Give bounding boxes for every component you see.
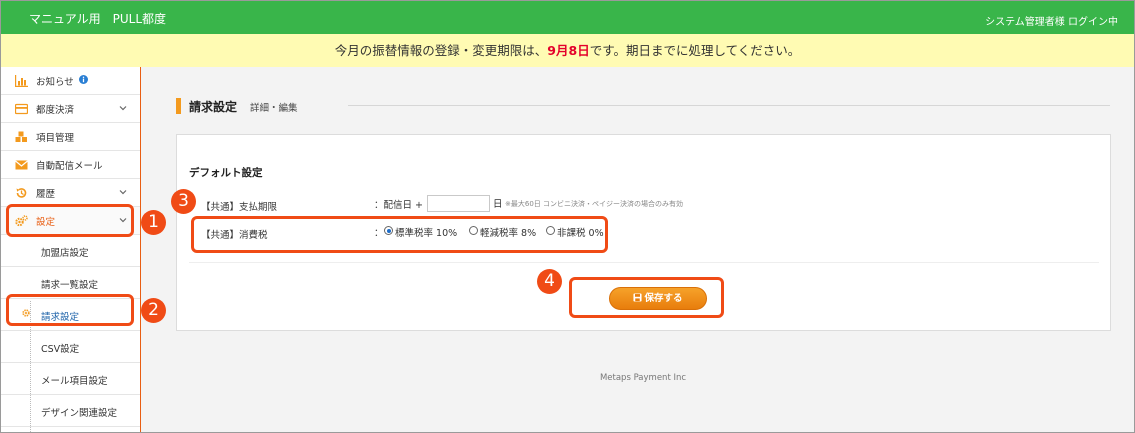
chevron-down-icon (119, 190, 127, 195)
sidebar-item-label: お知らせ (36, 77, 74, 88)
sidebar-subitem-label: 加盟店設定 (41, 248, 89, 259)
page-subtitle: 詳細・編集 (250, 103, 298, 114)
payment-days-unit: 日 (493, 199, 503, 210)
annotation-box-save (569, 277, 724, 318)
annotation-box-billing-settings (6, 294, 134, 326)
annotation-box-settings (6, 204, 134, 237)
sidebar-subitem-csv[interactable]: CSV設定 (1, 331, 140, 363)
sidebar-item-history[interactable]: 履歴 (1, 179, 140, 207)
sidebar-item-label: 項目管理 (36, 133, 75, 144)
sidebar-item-label: 履歴 (36, 189, 56, 200)
sidebar-subitem-label: CSV設定 (41, 344, 80, 355)
envelope-icon (15, 160, 28, 170)
page-heading: 請求設定 詳細・編集 (176, 97, 1110, 115)
sidebar-subitem-label: 請求一覧設定 (41, 280, 99, 291)
sidebar-subitem-mail-fields[interactable]: メール項目設定 (1, 363, 140, 395)
history-icon (16, 188, 27, 198)
sidebar-subitem-label: メール項目設定 (41, 376, 108, 387)
payment-deadline-prefix: ：配信日 + (374, 200, 423, 211)
sidebar-item-auto-mail[interactable]: 自動配信メール (1, 151, 140, 179)
annotation-number-3: 3 (171, 189, 196, 214)
cubes-icon (15, 131, 27, 142)
sidebar-item-items[interactable]: 項目管理 (1, 123, 140, 151)
page-title: 請求設定 (189, 100, 238, 114)
footer-copyright: Metaps Payment Inc (599, 373, 687, 383)
sidebar-item-label: 自動配信メール (36, 161, 103, 172)
login-status[interactable]: システム管理者様 ログイン中 (985, 13, 1118, 28)
sidebar-item-payment[interactable]: 都度決済 (1, 95, 140, 123)
form-divider (189, 262, 1099, 263)
app-window: マニュアル用 PULL都度 システム管理者様 ログイン中 今月の振替情報の登録・… (0, 0, 1135, 433)
notice-prefix: 今月の振替情報の登録・変更期限は、 (334, 43, 548, 58)
section-title: デフォルト設定 (189, 167, 263, 179)
credit-card-icon (15, 103, 28, 115)
top-bar: マニュアル用 PULL都度 システム管理者様 ログイン中 (1, 1, 1134, 34)
sidebar-subitem-label: デザイン関連設定 (41, 408, 118, 419)
sidebar-item-news[interactable]: お知らせ (1, 67, 140, 95)
sidebar-item-label: 都度決済 (36, 105, 75, 116)
chart-bar-icon (15, 75, 28, 87)
sidebar-subitem-merchant[interactable]: 加盟店設定 (1, 235, 140, 267)
info-icon (79, 75, 88, 84)
heading-accent-bar (176, 98, 181, 114)
payment-days-input[interactable] (427, 195, 490, 212)
sidebar-subitem-design[interactable]: デザイン関連設定 (1, 395, 140, 427)
notice-deadline: 9月8日 (547, 43, 590, 58)
payment-deadline-hint: ※最大60日 コンビニ決済・ペイジー決済の場合のみ有効 (505, 200, 683, 208)
chevron-down-icon (119, 106, 127, 111)
annotation-box-tax (191, 216, 608, 253)
payment-deadline-label: 【共通】支払期限 (201, 202, 278, 213)
annotation-number-1: 1 (141, 210, 166, 235)
annotation-number-4: 4 (537, 269, 562, 294)
sidebar: お知らせ 都度決済 項目管理 自動配信メール 履歴 設定 加盟店設定 請求一覧設… (1, 67, 141, 432)
annotation-number-2: 2 (141, 298, 166, 323)
app-title: マニュアル用 PULL都度 (29, 12, 167, 26)
deadline-notice: 今月の振替情報の登録・変更期限は、9月8日です。期日までに処理してください。 (1, 34, 1134, 67)
heading-rule (348, 105, 1110, 106)
notice-suffix: です。期日までに処理してください。 (589, 43, 801, 58)
